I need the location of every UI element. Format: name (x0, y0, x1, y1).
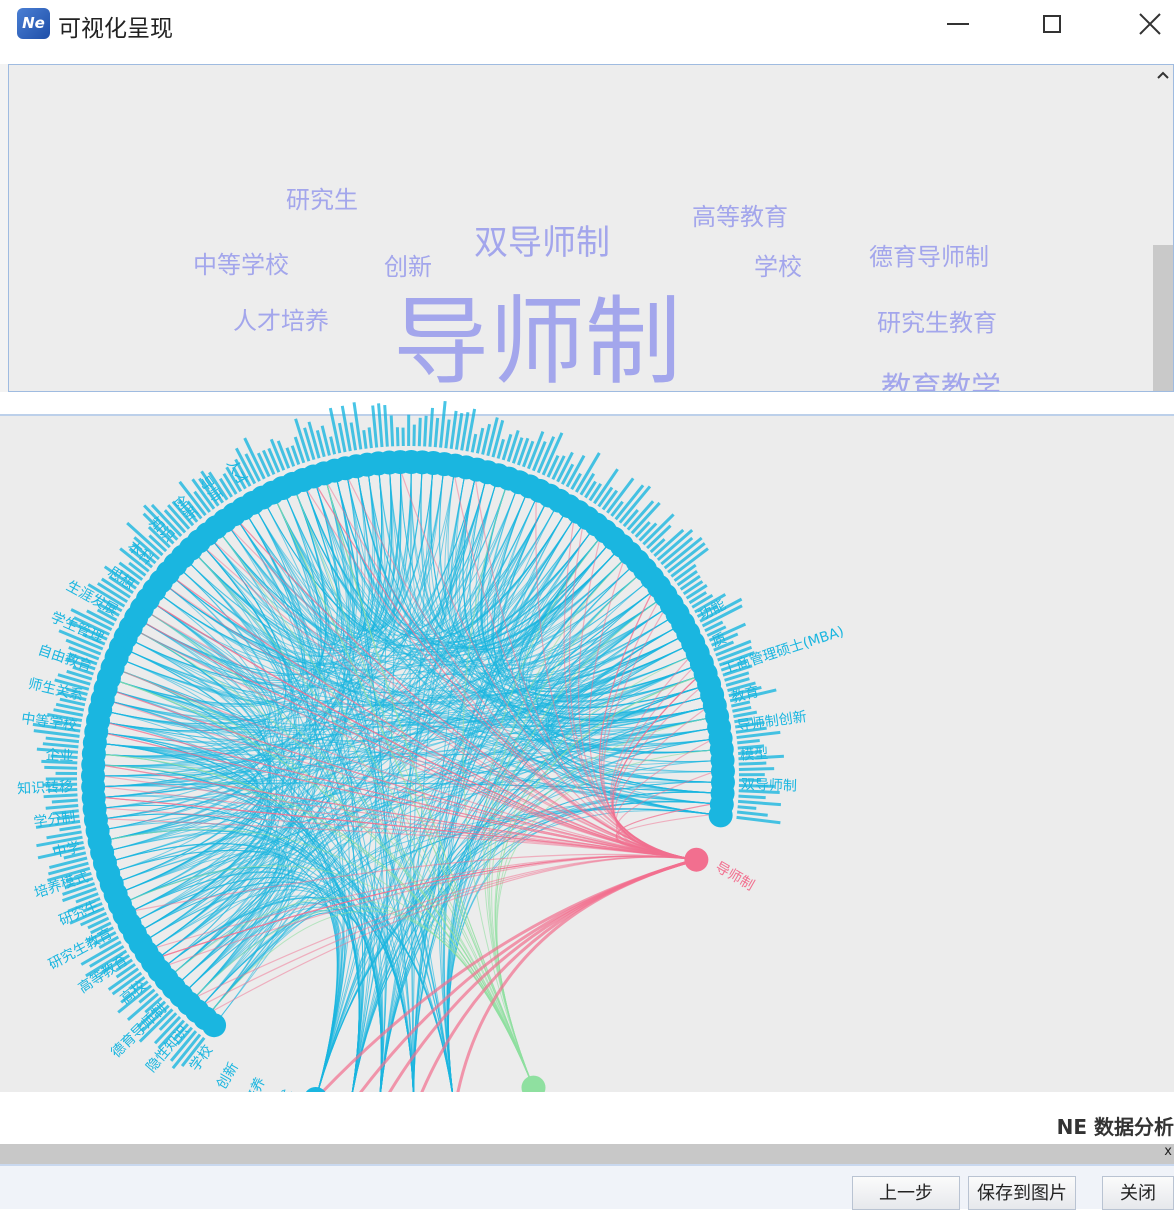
node-label-mark (391, 415, 392, 446)
chord-diagram: 教学管理模式人才培养创新学校隐性知识德育导师制高校高等教育研究生教育研究生培养模… (0, 392, 1174, 1092)
word-cloud-term: 教育教学 (881, 363, 1001, 392)
save-image-button[interactable]: 保存到图片 (968, 1176, 1076, 1210)
node-label-mark (678, 571, 697, 585)
node-label-mark (737, 812, 768, 815)
node-label-mark (397, 427, 398, 446)
node-label-mark (46, 738, 79, 742)
window-title: 可视化呈现 (58, 9, 173, 43)
node-label-mark (54, 710, 83, 716)
left-edge-strip (0, 64, 8, 392)
horizontal-scrollbar[interactable]: x (0, 1144, 1174, 1164)
node-label: 企业 (45, 746, 74, 764)
node-label: 人才 (223, 457, 251, 489)
close-icon (1139, 13, 1161, 35)
node-label-mark (738, 796, 765, 798)
node-label-mark (607, 478, 633, 512)
node-label: 双导师制 (741, 777, 798, 795)
scroll-close-icon[interactable]: x (1164, 1144, 1172, 1159)
network-node (202, 1013, 226, 1037)
node-label-mark (603, 491, 617, 510)
word-cloud-term: 导师制 (393, 287, 681, 392)
word-cloud-term: 研究生教育 (877, 303, 997, 338)
node-label-mark (456, 413, 461, 449)
node-label-mark (732, 707, 751, 711)
node-label-mark (636, 522, 650, 537)
brand-label: NE 数据分析 (1057, 1111, 1174, 1140)
minimize-icon (947, 23, 969, 25)
node-label-mark (331, 437, 335, 455)
node-label-mark (739, 769, 774, 770)
node-label-mark (373, 405, 377, 447)
word-cloud-term: 德育导师制 (869, 237, 989, 272)
node-label-mark (738, 801, 781, 804)
node-label-mark (430, 408, 433, 447)
word-cloud-term: 创新 (384, 247, 432, 282)
word-cloud-panel: 研究生 中等学校 创新 双导师制 高等教育 学校 德育导师制 人才培养 导师制 … (8, 64, 1174, 392)
network-link (455, 860, 697, 1092)
node-label-mark (364, 430, 366, 448)
node-label-mark (385, 405, 388, 447)
network-node-highlight (684, 848, 708, 872)
node-label-mark (599, 488, 612, 507)
node-label-mark (351, 423, 355, 451)
node-label: 导师制 (712, 859, 756, 894)
node-label-mark (435, 418, 437, 447)
word-cloud-term: 学校 (754, 247, 802, 282)
word-cloud-term: 高等教育 (692, 197, 788, 232)
maximize-icon (1043, 15, 1061, 33)
node-label: 创新 (214, 1060, 242, 1092)
node-label-mark (369, 427, 371, 448)
minimize-button[interactable] (928, 0, 988, 48)
maximize-button[interactable] (1022, 0, 1082, 48)
network-chart-panel: 教学管理模式人才培养创新学校隐性知识德育导师制高校高等教育研究生教育研究生培养模… (0, 392, 1174, 1092)
close-button[interactable] (1120, 0, 1174, 48)
scrollbar-thumb[interactable] (1153, 245, 1173, 392)
node-label-mark (419, 418, 420, 446)
node-label-mark (684, 581, 703, 593)
node-label-mark (44, 767, 77, 768)
node-label-mark (533, 442, 545, 471)
node-label-mark (451, 411, 456, 449)
node-label-mark (624, 510, 638, 526)
node-label-mark (581, 474, 594, 495)
node-label-mark (379, 403, 382, 447)
word-cloud-term: 研究生 (286, 180, 358, 215)
app-logo-icon: Ne (17, 8, 50, 39)
node-label-mark (59, 827, 80, 830)
node-label-mark (472, 434, 476, 452)
node-label-mark (681, 576, 700, 589)
node-label-mark (52, 800, 78, 802)
node-label-mark (477, 428, 482, 453)
word-cloud-term: 双导师制 (474, 215, 610, 264)
node-label: 知识转移 (17, 778, 74, 797)
node-label-mark (738, 807, 757, 809)
action-bar: 上一步 保存到图片 关闭 (0, 1164, 1174, 1209)
node-label-mark (737, 741, 759, 743)
node-label-mark (425, 416, 427, 447)
node-label-mark (737, 817, 781, 822)
node-label-mark (616, 485, 643, 519)
node-label-mark (553, 456, 564, 479)
node-label-mark (339, 423, 345, 452)
close-dialog-button[interactable]: 关闭 (1102, 1176, 1174, 1210)
node-label: 模型 (740, 746, 769, 763)
word-cloud-term: 人才培养 (233, 301, 329, 336)
prev-step-button[interactable]: 上一步 (852, 1176, 960, 1210)
node-label-mark (687, 585, 707, 598)
title-bar: Ne 可视化呈现 (0, 0, 1174, 52)
node-label: 人才培养 (231, 1075, 269, 1092)
vertical-scrollbar[interactable] (1153, 65, 1173, 392)
footer-band (0, 1092, 1174, 1144)
node-label-mark (441, 401, 446, 447)
node-label-mark (498, 439, 503, 458)
node-label: 培养模式 (32, 869, 90, 902)
node-label-mark (643, 514, 673, 544)
node-label-mark (46, 805, 79, 808)
word-cloud-term: 中等学校 (193, 245, 289, 280)
scroll-up-icon[interactable] (1153, 65, 1173, 85)
network-node (521, 1076, 545, 1092)
node-label-mark (446, 420, 449, 449)
